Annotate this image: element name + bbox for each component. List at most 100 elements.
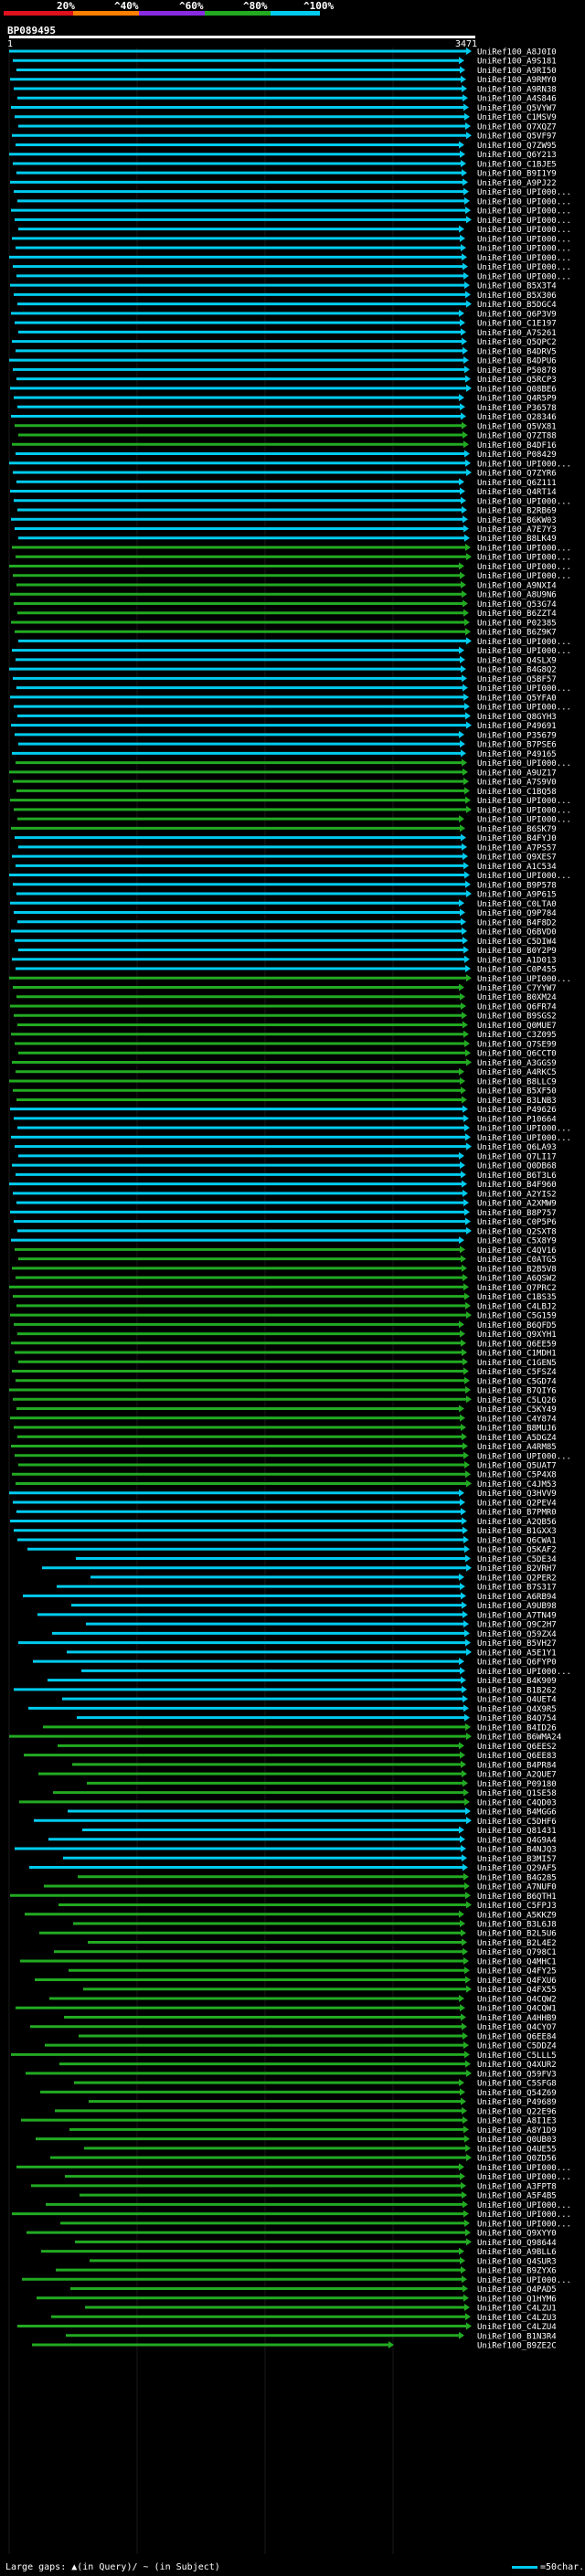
hit-label[interactable]: UniRef100_B4DPU6 bbox=[477, 357, 557, 366]
hit-label[interactable]: UniRef100_B2B5V8 bbox=[477, 1265, 557, 1274]
hit-label[interactable]: UniRef100_UPI000... bbox=[477, 647, 571, 656]
hit-label[interactable]: UniRef100_Q1HYM6 bbox=[477, 2295, 557, 2304]
hit-label[interactable]: UniRef100_UPI000... bbox=[477, 2173, 571, 2182]
hit-label[interactable]: UniRef100_B1N3R4 bbox=[477, 2332, 557, 2341]
hit-label[interactable]: UniRef100_Q0DB68 bbox=[477, 1162, 557, 1171]
hit-label[interactable]: UniRef100_A7TN49 bbox=[477, 1611, 557, 1620]
hit-label[interactable]: UniRef100_C5FPJ3 bbox=[477, 1902, 557, 1911]
hit-label[interactable]: UniRef100_A5DGZ4 bbox=[477, 1434, 557, 1443]
hit-label[interactable]: UniRef100_C5GD74 bbox=[477, 1377, 557, 1386]
hit-label[interactable]: UniRef100_UPI000... bbox=[477, 272, 571, 281]
hit-label[interactable]: UniRef100_B4Q754 bbox=[477, 1714, 557, 1723]
hit-label[interactable]: UniRef100_B5XF50 bbox=[477, 1087, 557, 1097]
hit-label[interactable]: UniRef100_B2L4E2 bbox=[477, 1939, 557, 1948]
hit-label[interactable]: UniRef100_Q81431 bbox=[477, 1827, 557, 1836]
hit-label[interactable]: UniRef100_UPI000... bbox=[477, 797, 571, 806]
hit-label[interactable]: UniRef100_B2VRH7 bbox=[477, 1564, 557, 1574]
hit-label[interactable]: UniRef100_B4K909 bbox=[477, 1677, 557, 1686]
hit-label[interactable]: UniRef100_A6QSW2 bbox=[477, 1275, 557, 1284]
hit-label[interactable]: UniRef100_P49689 bbox=[477, 2098, 557, 2107]
hit-label[interactable]: UniRef100_C1GEN5 bbox=[477, 1359, 557, 1368]
hit-label[interactable]: UniRef100_Q59ZX4 bbox=[477, 1630, 557, 1639]
hit-label[interactable]: UniRef100_UPI000... bbox=[477, 2210, 571, 2220]
hit-label[interactable]: UniRef100_B6KW03 bbox=[477, 516, 557, 525]
hit-label[interactable]: UniRef100_UPI000... bbox=[477, 759, 571, 769]
hit-label[interactable]: UniRef100_A9BLL6 bbox=[477, 2248, 557, 2257]
hit-label[interactable]: UniRef100_Q5RCP3 bbox=[477, 376, 557, 385]
hit-label[interactable]: UniRef100_P10664 bbox=[477, 1115, 557, 1124]
hit-label[interactable]: UniRef100_Q4SUR3 bbox=[477, 2257, 557, 2266]
hit-label[interactable]: UniRef100_A6RB94 bbox=[477, 1593, 557, 1602]
hit-label[interactable]: UniRef100_B9I1Y9 bbox=[477, 170, 557, 179]
hit-label[interactable]: UniRef100_A8Y1D9 bbox=[477, 2126, 557, 2136]
hit-label[interactable]: UniRef100_A9UZ17 bbox=[477, 769, 557, 778]
hit-label[interactable]: UniRef100_Q6LA93 bbox=[477, 1143, 557, 1152]
hit-label[interactable]: UniRef100_C1MSV9 bbox=[477, 113, 557, 122]
hit-label[interactable]: UniRef100_Q4X9R5 bbox=[477, 1705, 557, 1714]
hit-label[interactable]: UniRef100_A4S846 bbox=[477, 95, 557, 104]
hit-label[interactable]: UniRef100_UPI000... bbox=[477, 1452, 571, 1461]
hit-label[interactable]: UniRef100_B0Y2P9 bbox=[477, 947, 557, 956]
hit-label[interactable]: UniRef100_Q9C2H7 bbox=[477, 1621, 557, 1630]
hit-label[interactable]: UniRef100_C5DDZ4 bbox=[477, 2042, 557, 2051]
hit-label[interactable]: UniRef100_A9NXI4 bbox=[477, 581, 557, 590]
hit-label[interactable]: UniRef100_B4MGG6 bbox=[477, 1808, 557, 1818]
hit-label[interactable]: UniRef100_UPI000... bbox=[477, 254, 571, 263]
hit-label[interactable]: UniRef100_Q7ZYR6 bbox=[477, 470, 557, 479]
hit-label[interactable]: UniRef100_B4G285 bbox=[477, 1873, 557, 1882]
hit-label[interactable]: UniRef100_C5KY49 bbox=[477, 1405, 557, 1415]
hit-label[interactable]: UniRef100_UPI000... bbox=[477, 188, 571, 197]
hit-label[interactable]: UniRef100_Q98644 bbox=[477, 2239, 557, 2248]
hit-label[interactable]: UniRef100_C4QD03 bbox=[477, 1798, 557, 1807]
hit-label[interactable]: UniRef100_Q5KAF2 bbox=[477, 1546, 557, 1555]
hit-label[interactable]: UniRef100_Q4FX55 bbox=[477, 1986, 557, 1995]
hit-label[interactable]: UniRef100_UPI000... bbox=[477, 1134, 571, 1143]
hit-label[interactable]: UniRef100_B6ZZT4 bbox=[477, 610, 557, 619]
hit-label[interactable]: UniRef100_Q4UET4 bbox=[477, 1696, 557, 1705]
hit-label[interactable]: UniRef100_Q54Z69 bbox=[477, 2089, 557, 2098]
hit-label[interactable]: UniRef100_Q4PAD5 bbox=[477, 2285, 557, 2295]
hit-label[interactable]: UniRef100_Q4RT14 bbox=[477, 488, 557, 497]
hit-label[interactable]: UniRef100_B1GXX3 bbox=[477, 1527, 557, 1536]
hit-label[interactable]: UniRef100_B9ZE2C bbox=[477, 2342, 557, 2351]
hit-label[interactable]: UniRef100_A3FPT8 bbox=[477, 2182, 557, 2191]
hit-label[interactable]: UniRef100_Q5QPC2 bbox=[477, 338, 557, 347]
hit-label[interactable]: UniRef100_Q798C1 bbox=[477, 1948, 557, 1957]
hit-label[interactable]: UniRef100_Q1SE58 bbox=[477, 1789, 557, 1798]
hit-label[interactable]: UniRef100_A1D013 bbox=[477, 956, 557, 965]
hit-label[interactable]: UniRef100_Q9XYY0 bbox=[477, 2230, 557, 2239]
hit-label[interactable]: UniRef100_B0XM24 bbox=[477, 993, 557, 1002]
hit-label[interactable]: UniRef100_Q4CQW2 bbox=[477, 1995, 557, 2004]
hit-label[interactable]: UniRef100_B6Z9K7 bbox=[477, 629, 557, 638]
hit-label[interactable]: UniRef100_C0P5P6 bbox=[477, 1218, 557, 1227]
hit-label[interactable]: UniRef100_UPI000... bbox=[477, 816, 571, 825]
hit-label[interactable]: UniRef100_B6QFD5 bbox=[477, 1321, 557, 1330]
hit-label[interactable]: UniRef100_UPI000... bbox=[477, 226, 571, 235]
hit-label[interactable]: UniRef100_C3Z095 bbox=[477, 1031, 557, 1040]
hit-label[interactable]: UniRef100_UPI000... bbox=[477, 2276, 571, 2285]
hit-label[interactable]: UniRef100_Q59FV3 bbox=[477, 2070, 557, 2079]
hit-label[interactable]: UniRef100_B4F960 bbox=[477, 1181, 557, 1190]
hit-label[interactable]: UniRef100_B8LLC9 bbox=[477, 1077, 557, 1087]
hit-label[interactable]: UniRef100_Q6BVD0 bbox=[477, 928, 557, 938]
hit-label[interactable]: UniRef100_UPI000... bbox=[477, 563, 571, 572]
hit-label[interactable]: UniRef100_C4QV16 bbox=[477, 1246, 557, 1256]
hit-label[interactable]: UniRef100_Q6P3V9 bbox=[477, 310, 557, 319]
hit-label[interactable]: UniRef100_UPI000... bbox=[477, 263, 571, 272]
hit-label[interactable]: UniRef100_A3GGS9 bbox=[477, 1059, 557, 1068]
hit-label[interactable]: UniRef100_P49626 bbox=[477, 1106, 557, 1115]
hit-label[interactable]: UniRef100_B4FYJ0 bbox=[477, 834, 557, 843]
hit-label[interactable]: UniRef100_Q4FXU6 bbox=[477, 1977, 557, 1986]
hit-label[interactable]: UniRef100_C5SFG8 bbox=[477, 2080, 557, 2089]
hit-label[interactable]: UniRef100_B5X3T4 bbox=[477, 282, 557, 292]
hit-label[interactable]: UniRef100_Q28346 bbox=[477, 413, 557, 422]
hit-label[interactable]: UniRef100_B6QTH1 bbox=[477, 1892, 557, 1902]
hit-label[interactable]: UniRef100_B3MI57 bbox=[477, 1855, 557, 1864]
hit-label[interactable]: UniRef100_UPI000... bbox=[477, 1125, 571, 1134]
hit-label[interactable]: UniRef100_Q4CQW1 bbox=[477, 2005, 557, 2014]
hit-label[interactable]: UniRef100_UPI000... bbox=[477, 544, 571, 553]
hit-label[interactable]: UniRef100_Q5VX81 bbox=[477, 422, 557, 431]
hit-label[interactable]: UniRef100_UPI000... bbox=[477, 2220, 571, 2229]
hit-label[interactable]: UniRef100_P49691 bbox=[477, 722, 557, 731]
hit-label[interactable]: UniRef100_Q4XUR2 bbox=[477, 2061, 557, 2070]
